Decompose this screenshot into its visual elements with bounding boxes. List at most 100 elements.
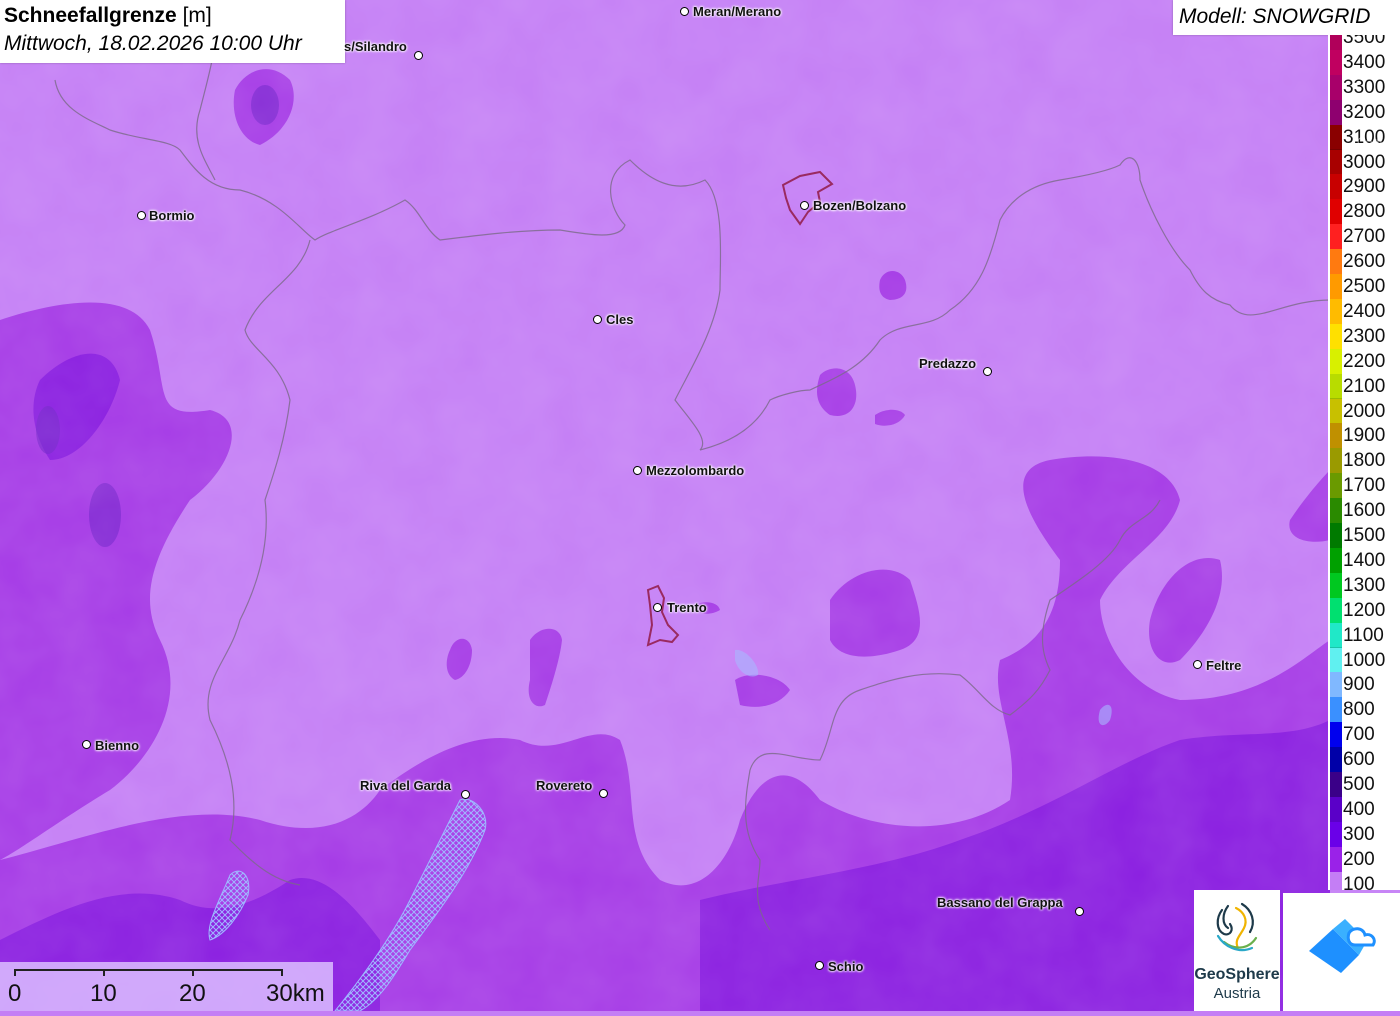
scale-line <box>14 969 282 971</box>
legend-label: 2900 <box>1343 176 1386 198</box>
scale-tick <box>281 969 283 976</box>
city-dot <box>82 740 91 749</box>
legend-label: 2500 <box>1343 276 1386 297</box>
legend-swatch <box>1330 747 1342 773</box>
city-feltre: Feltre <box>1206 658 1242 673</box>
city-riva-del-garda: Riva del Garda <box>360 778 452 793</box>
legend-label: 3000 <box>1343 151 1386 173</box>
city-dot <box>593 315 602 324</box>
city-rovereto: Rovereto <box>536 778 593 793</box>
legend-swatch <box>1330 298 1342 325</box>
legend-row: 1600 <box>1328 498 1400 524</box>
city-dot <box>633 466 642 475</box>
scale-bar: 0 10 20 30km <box>0 962 333 1011</box>
legend-row: 1200 <box>1328 597 1400 624</box>
legend-swatch <box>1330 622 1342 649</box>
legend-label: 3300 <box>1343 76 1386 98</box>
legend-swatch <box>1330 224 1342 251</box>
legend-label: 1400 <box>1343 549 1386 571</box>
city-dot <box>800 201 809 210</box>
legend-row: 2500 <box>1328 274 1400 300</box>
legend-row: 700 <box>1328 722 1400 749</box>
scale-tick <box>192 969 194 976</box>
legend-row: 3500 <box>1328 35 1400 51</box>
legend-label: 2700 <box>1343 226 1386 248</box>
legend-row: 1000 <box>1328 647 1400 674</box>
scale-tick <box>14 969 16 976</box>
legend-row: 200 <box>1328 846 1400 873</box>
legend-label: 3200 <box>1343 101 1386 123</box>
city-dot <box>983 367 992 376</box>
legend-row: 2000 <box>1328 398 1400 425</box>
city-meran: Meran/Merano <box>693 4 782 19</box>
legend-swatch <box>1330 821 1342 848</box>
legend-swatch <box>1330 323 1342 350</box>
legend-swatch <box>1330 199 1342 226</box>
legend-label: 200 <box>1343 848 1375 870</box>
legend-swatch <box>1330 99 1342 126</box>
legend-swatch <box>1330 547 1342 574</box>
city-dot <box>1193 660 1202 669</box>
legend-label: 100 <box>1343 873 1375 890</box>
legend-label: 1800 <box>1343 450 1386 472</box>
geosphere-line1: GeoSphere <box>1194 966 1280 983</box>
city-schio: Schio <box>828 959 864 974</box>
scale-label: 30km <box>266 980 325 1007</box>
mountain-cloud-icon <box>1309 919 1376 973</box>
legend-swatch <box>1330 796 1342 823</box>
legend-row: 400 <box>1328 796 1400 823</box>
legend-swatch <box>1330 249 1342 275</box>
legend-swatch <box>1330 597 1342 624</box>
city-dot <box>599 789 608 798</box>
city-silandro: s/Silandro <box>344 39 407 54</box>
scale-label: 0 <box>8 980 22 1007</box>
legend-row: 2400 <box>1328 298 1400 325</box>
legend-swatch <box>1330 697 1342 724</box>
city-dot <box>680 7 689 16</box>
legend-row: 2100 <box>1328 373 1400 400</box>
model-label: Modell: SNOWGRID <box>1173 0 1400 35</box>
legend-label: 2300 <box>1343 325 1386 347</box>
legend-swatch <box>1330 124 1342 151</box>
city-bozen: Bozen/Bolzano <box>813 198 907 213</box>
legend-row: 2200 <box>1328 348 1400 375</box>
legend-swatch <box>1330 423 1342 450</box>
legend-swatch <box>1330 498 1342 524</box>
geosphere-line2: Austria <box>1213 985 1261 1002</box>
legend-label: 800 <box>1343 699 1375 721</box>
legend-swatch <box>1330 74 1342 101</box>
geosphere-logo[interactable]: GeoSphere Austria <box>1194 890 1280 1011</box>
geosphere-emblem-icon <box>1216 902 1258 952</box>
legend-label: 1500 <box>1343 525 1386 546</box>
legend-label: 600 <box>1343 749 1375 771</box>
app-logo[interactable] <box>1283 893 1400 1011</box>
legend-swatch <box>1330 49 1342 76</box>
city-dot <box>653 603 662 612</box>
legend-label: 1600 <box>1343 500 1386 522</box>
snowfall-map <box>0 0 1400 1011</box>
legend-row: 1900 <box>1328 423 1400 450</box>
legend-swatch <box>1330 35 1342 51</box>
legend-row: 2300 <box>1328 323 1400 350</box>
legend-row: 1700 <box>1328 473 1400 500</box>
legend-row: 2700 <box>1328 224 1400 251</box>
legend-label: 700 <box>1343 724 1375 746</box>
legend-swatch <box>1330 149 1342 176</box>
legend-label: 900 <box>1343 674 1375 696</box>
city-cles: Cles <box>606 312 634 327</box>
legend-swatch <box>1330 572 1342 599</box>
legend-swatch <box>1330 871 1342 890</box>
legend-label: 2600 <box>1343 251 1386 273</box>
legend-row: 3000 <box>1328 149 1400 176</box>
scale-label: 20 <box>179 980 206 1007</box>
legend-swatch <box>1330 846 1342 873</box>
legend-swatch <box>1330 448 1342 475</box>
city-bienno: Bienno <box>95 738 140 753</box>
title-panel: Schneefallgrenze [m] Mittwoch, 18.02.202… <box>0 0 345 63</box>
city-dot <box>461 790 470 799</box>
legend-swatch <box>1330 473 1342 500</box>
legend-row: 100 <box>1328 871 1400 890</box>
legend-label: 2800 <box>1343 201 1386 223</box>
city-mezzolombardo: Mezzolombardo <box>646 463 745 478</box>
city-dot <box>815 961 824 970</box>
